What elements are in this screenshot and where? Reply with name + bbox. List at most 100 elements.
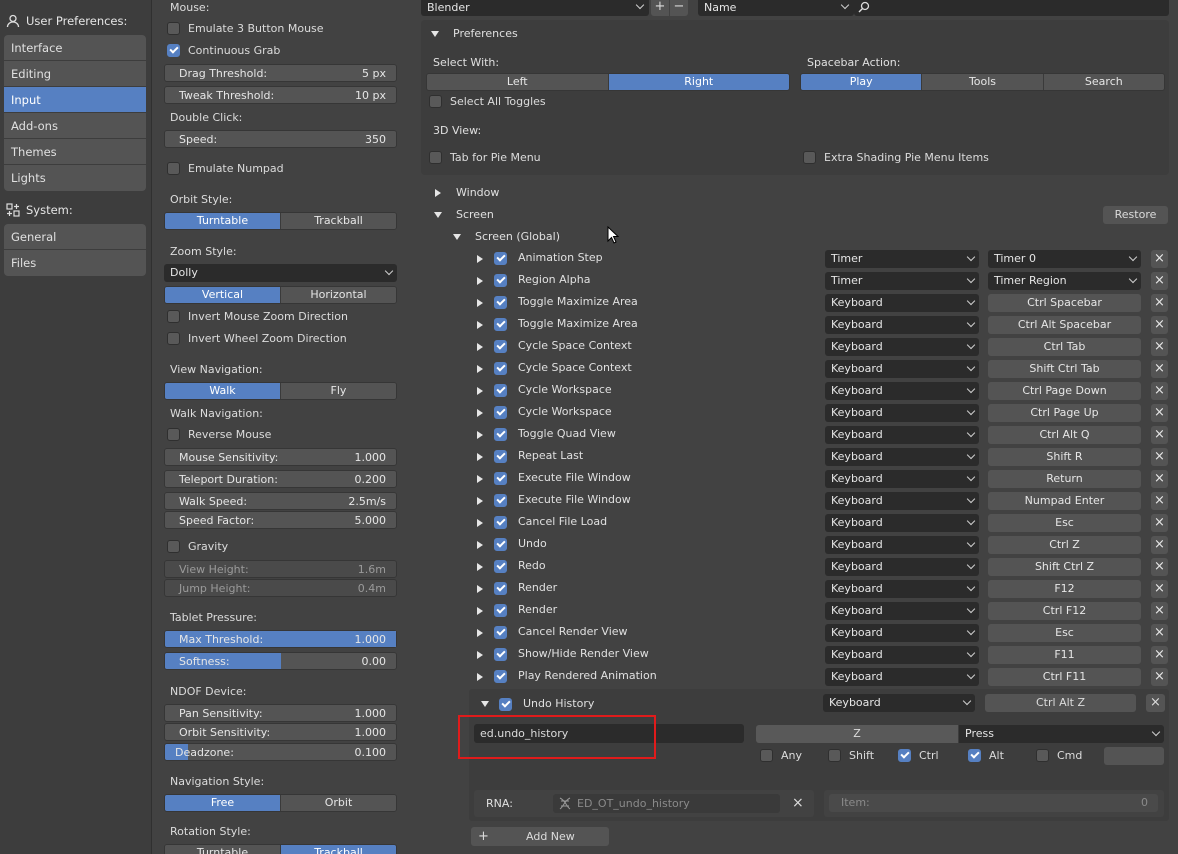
restore-button[interactable]: Restore xyxy=(1103,206,1168,224)
keymap-key-button[interactable]: Ctrl Z xyxy=(988,536,1141,554)
keymap-key-button[interactable]: Ctrl F12 xyxy=(988,602,1141,620)
remove-item-button[interactable]: × xyxy=(1151,514,1168,532)
remove-item-button[interactable]: × xyxy=(1151,602,1168,620)
tab-pie-menu-checkbox[interactable] xyxy=(429,151,442,164)
speed-factor-field[interactable]: Speed Factor: 5.000 xyxy=(164,511,397,529)
keymap-active-checkbox[interactable] xyxy=(494,626,507,639)
collapse-triangle-icon[interactable] xyxy=(434,212,442,218)
keymap-active-checkbox[interactable] xyxy=(494,538,507,551)
alt-checkbox[interactable] xyxy=(968,749,981,762)
modifier-cmd-row[interactable]: Cmd xyxy=(1036,749,1082,762)
emulate-3-button-checkbox[interactable] xyxy=(167,22,180,35)
jump-height-field[interactable]: Jump Height: 0.4m xyxy=(164,579,397,597)
keymap-type-dropdown[interactable]: Keyboard xyxy=(825,492,979,510)
keymap-active-checkbox[interactable] xyxy=(494,428,507,441)
free-option[interactable]: Free xyxy=(165,795,280,811)
keymap-type-dropdown[interactable]: Keyboard xyxy=(825,646,979,664)
invert-wheel-zoom-checkbox[interactable] xyxy=(167,332,180,345)
keymap-type-dropdown[interactable]: Keyboard xyxy=(825,580,979,598)
keymap-active-checkbox[interactable] xyxy=(494,450,507,463)
keymap-key-button[interactable]: Ctrl Tab xyxy=(988,338,1141,356)
reverse-mouse-checkbox[interactable] xyxy=(167,428,180,441)
orbit-sensitivity-field[interactable]: Orbit Sensitivity: 1.000 xyxy=(164,723,397,741)
orbit-option[interactable]: Orbit xyxy=(280,795,396,811)
orbit-trackball-option[interactable]: Trackball xyxy=(280,213,396,229)
keymap-type-dropdown[interactable]: Keyboard xyxy=(825,602,979,620)
invert-mouse-zoom-checkbox[interactable] xyxy=(167,310,180,323)
keymap-active-checkbox[interactable] xyxy=(494,516,507,529)
expand-triangle-icon[interactable] xyxy=(477,497,483,505)
remove-item-button[interactable]: × xyxy=(1151,338,1168,356)
keymap-type-dropdown[interactable]: Keyboard xyxy=(825,448,979,466)
nav-item-interface[interactable]: Interface xyxy=(4,35,146,61)
collapse-triangle-icon[interactable] xyxy=(453,234,461,240)
keymap-type-dropdown[interactable]: Keyboard xyxy=(825,624,979,642)
expand-triangle-icon[interactable] xyxy=(435,189,441,197)
keymap-type-dropdown[interactable]: Keyboard xyxy=(825,426,979,444)
nav-item-lights[interactable]: Lights xyxy=(4,165,146,191)
modifier-alt-row[interactable]: Alt xyxy=(968,749,1004,762)
remove-item-button[interactable]: × xyxy=(1151,272,1168,290)
keymap-active-checkbox[interactable] xyxy=(494,560,507,573)
remove-item-button[interactable]: × xyxy=(1151,668,1168,686)
expand-triangle-icon[interactable] xyxy=(477,387,483,395)
keymap-key-button[interactable]: Ctrl F11 xyxy=(988,668,1141,686)
zoom-vertical-option[interactable]: Vertical xyxy=(165,287,280,303)
collapse-triangle-icon[interactable] xyxy=(481,701,489,707)
expand-triangle-icon[interactable] xyxy=(477,365,483,373)
modifier-shift-row[interactable]: Shift xyxy=(828,749,874,762)
continuous-grab-row[interactable]: Continuous Grab xyxy=(167,44,280,57)
keymap-key-button[interactable]: Ctrl Page Up xyxy=(988,404,1141,422)
emulate-3-button-row[interactable]: Emulate 3 Button Mouse xyxy=(167,22,324,35)
expand-triangle-icon[interactable] xyxy=(477,255,483,263)
double-click-speed-field[interactable]: Speed: 350 xyxy=(164,130,397,148)
zoom-style-dropdown[interactable]: Dolly xyxy=(164,264,397,282)
clear-rna-icon[interactable]: × xyxy=(792,795,804,811)
invert-mouse-zoom-row[interactable]: Invert Mouse Zoom Direction xyxy=(167,310,348,323)
fly-option[interactable]: Fly xyxy=(280,383,396,399)
expand-triangle-icon[interactable] xyxy=(477,277,483,285)
keymap-active-checkbox[interactable] xyxy=(494,384,507,397)
nav-item-themes[interactable]: Themes xyxy=(4,139,146,165)
tab-pie-menu-row[interactable]: Tab for Pie Menu xyxy=(429,151,541,164)
keymap-active-checkbox[interactable] xyxy=(494,670,507,683)
walk-option[interactable]: Walk xyxy=(165,383,280,399)
keymap-active-checkbox[interactable] xyxy=(494,340,507,353)
extra-shading-checkbox[interactable] xyxy=(803,151,816,164)
expand-triangle-icon[interactable] xyxy=(477,343,483,351)
shift-checkbox[interactable] xyxy=(828,749,841,762)
select-right-option[interactable]: Right xyxy=(607,74,789,90)
keymap-key-button[interactable]: Esc xyxy=(988,624,1141,642)
mouse-sensitivity-field[interactable]: Mouse Sensitivity: 1.000 xyxy=(164,448,397,466)
remove-item-button[interactable]: × xyxy=(1151,294,1168,312)
select-all-toggles-checkbox[interactable] xyxy=(429,95,442,108)
remove-item-button[interactable]: × xyxy=(1151,404,1168,422)
keymap-type-dropdown[interactable]: Timer xyxy=(825,272,979,290)
remove-item-button[interactable]: × xyxy=(1151,624,1168,642)
undo-history-key-button[interactable]: Ctrl Alt Z xyxy=(985,694,1136,712)
collapse-triangle-icon[interactable] xyxy=(431,31,439,37)
keymap-preset-dropdown[interactable]: Blender xyxy=(421,0,649,16)
expand-triangle-icon[interactable] xyxy=(477,299,483,307)
emulate-numpad-checkbox[interactable] xyxy=(167,162,180,175)
event-value-dropdown[interactable]: Press xyxy=(959,725,1164,743)
add-new-button[interactable]: + Add New xyxy=(471,827,609,846)
keymap-active-checkbox[interactable] xyxy=(494,648,507,661)
emulate-numpad-row[interactable]: Emulate Numpad xyxy=(167,162,284,175)
keymap-type-dropdown[interactable]: Keyboard xyxy=(825,316,979,334)
rotation-turntable-option[interactable]: Turntable xyxy=(165,845,280,854)
key-modifier-button[interactable] xyxy=(1104,747,1164,765)
teleport-duration-field[interactable]: Teleport Duration: 0.200 xyxy=(164,470,397,488)
remove-item-button[interactable]: × xyxy=(1151,492,1168,510)
select-left-option[interactable]: Left xyxy=(427,74,608,90)
item-field[interactable]: Item: 0 xyxy=(829,794,1158,812)
zoom-horizontal-option[interactable]: Horizontal xyxy=(280,287,396,303)
any-checkbox[interactable] xyxy=(760,749,773,762)
deadzone-slider[interactable]: Deadzone: 0.100 xyxy=(164,743,397,761)
undo-history-type-dropdown[interactable]: Keyboard xyxy=(823,694,975,712)
keymap-key-button[interactable]: Ctrl Alt Spacebar xyxy=(988,316,1141,334)
keymap-key-button[interactable]: Ctrl Alt Q xyxy=(988,426,1141,444)
keymap-active-checkbox[interactable] xyxy=(494,494,507,507)
keymap-type-dropdown[interactable]: Keyboard xyxy=(825,514,979,532)
invert-wheel-zoom-row[interactable]: Invert Wheel Zoom Direction xyxy=(167,332,347,345)
